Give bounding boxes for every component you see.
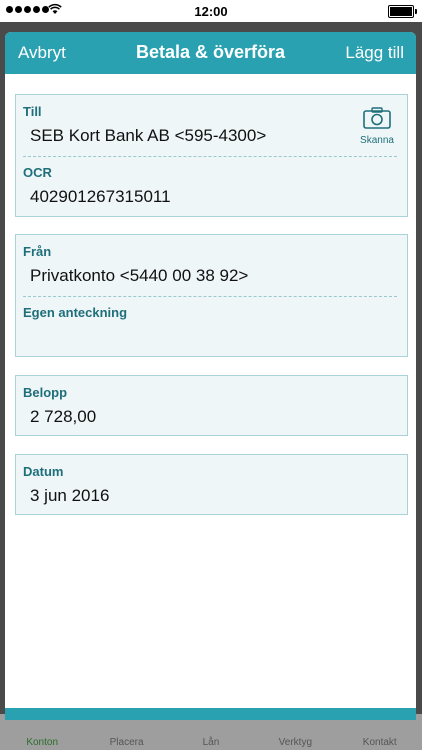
amount-label: Belopp bbox=[23, 385, 68, 400]
divider bbox=[23, 296, 397, 297]
to-field[interactable]: SEB Kort Bank AB <595-4300> bbox=[30, 126, 266, 146]
status-time: 12:00 bbox=[194, 4, 228, 19]
date-field[interactable]: 3 jun 2016 bbox=[30, 486, 109, 506]
status-bar: 12:00 bbox=[0, 0, 422, 22]
date-card: Datum 3 jun 2016 bbox=[15, 454, 408, 515]
modal-bottom-strip bbox=[5, 708, 416, 720]
tab-lan: Lån bbox=[202, 737, 220, 748]
note-field[interactable] bbox=[30, 327, 390, 349]
to-label: Till bbox=[23, 104, 42, 119]
tab-konton: Konton bbox=[26, 737, 59, 748]
payment-modal: Avbryt Betala & överföra Lägg till Till … bbox=[5, 32, 416, 720]
tab-placera: Placera bbox=[109, 737, 144, 748]
amount-card: Belopp 2 728,00 bbox=[15, 375, 408, 436]
note-label: Egen anteckning bbox=[23, 305, 128, 320]
tab-kontakt: Kontakt bbox=[362, 737, 397, 748]
scan-label: Skanna bbox=[360, 135, 394, 146]
amount-field[interactable]: 2 728,00 bbox=[30, 407, 96, 427]
camera-icon bbox=[363, 107, 391, 129]
from-label: Från bbox=[23, 244, 52, 259]
from-field[interactable]: Privatkonto <5440 00 38 92> bbox=[30, 266, 248, 286]
ocr-label: OCR bbox=[23, 165, 52, 180]
date-label: Datum bbox=[23, 464, 64, 479]
battery-icon bbox=[388, 5, 417, 18]
recipient-card: Till SEB Kort Bank AB <595-4300> Skanna … bbox=[15, 94, 408, 217]
ocr-field[interactable]: 402901267315011 bbox=[30, 187, 171, 207]
source-card: Från Privatkonto <5440 00 38 92> Egen an… bbox=[15, 234, 408, 357]
tab-verktyg: Verktyg bbox=[278, 737, 313, 748]
scan-button[interactable]: Skanna bbox=[357, 107, 397, 146]
divider bbox=[23, 156, 397, 157]
modal-navbar: Avbryt Betala & överföra Lägg till bbox=[5, 32, 416, 74]
add-button[interactable]: Lägg till bbox=[345, 43, 404, 63]
